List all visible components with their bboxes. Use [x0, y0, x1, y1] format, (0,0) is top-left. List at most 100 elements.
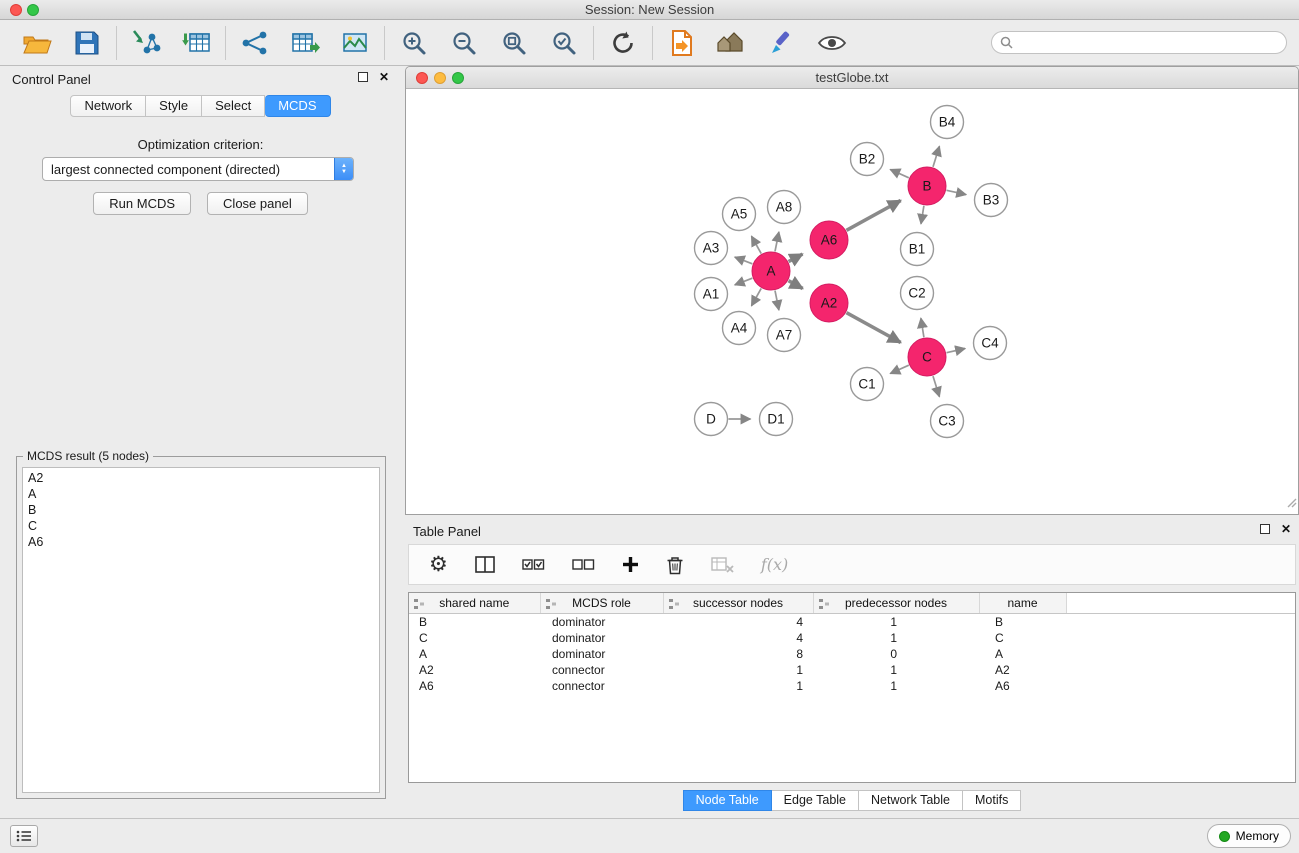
network-edge-B-B2[interactable]: [890, 170, 909, 178]
mcds-result-item[interactable]: C: [28, 518, 374, 534]
network-node-C1[interactable]: C1: [851, 368, 884, 401]
network-node-A1[interactable]: A1: [695, 278, 728, 311]
zoom-fit-button[interactable]: [497, 26, 531, 60]
zoom-network-window-button[interactable]: [452, 72, 464, 84]
show-graphics-details-button[interactable]: [815, 26, 849, 60]
network-edge-A6-B[interactable]: [847, 201, 901, 231]
tab-node-table[interactable]: Node Table: [683, 790, 772, 811]
tab-mcds[interactable]: MCDS: [265, 95, 330, 117]
network-edge-C-C2[interactable]: [921, 318, 924, 337]
column-header-name[interactable]: name: [979, 593, 1066, 613]
close-table-panel-icon[interactable]: ✕: [1281, 524, 1291, 534]
session-report-button[interactable]: [665, 26, 699, 60]
table-mode-button[interactable]: ⚙: [429, 555, 448, 575]
network-edge-B-B4[interactable]: [933, 146, 939, 167]
column-header-predecessor-nodes[interactable]: predecessor nodes: [813, 593, 979, 613]
tab-select[interactable]: Select: [202, 95, 265, 117]
network-node-A4[interactable]: A4: [723, 312, 756, 345]
open-session-button[interactable]: [20, 26, 54, 60]
network-node-C3[interactable]: C3: [931, 405, 964, 438]
network-edge-A-A5[interactable]: [752, 236, 762, 253]
network-node-A5[interactable]: A5: [723, 198, 756, 231]
memory-button[interactable]: Memory: [1207, 824, 1291, 848]
mcds-result-item[interactable]: A6: [28, 534, 374, 550]
select-all-button[interactable]: [522, 558, 545, 572]
zoom-selected-button[interactable]: [547, 26, 581, 60]
add-column-button[interactable]: [622, 556, 639, 573]
minimize-network-window-button[interactable]: [434, 72, 446, 84]
network-node-A7[interactable]: A7: [768, 319, 801, 352]
close-panel-icon[interactable]: ✕: [379, 72, 389, 82]
network-edge-A-A8[interactable]: [775, 232, 779, 251]
network-edge-A-A1[interactable]: [735, 278, 753, 285]
close-window-button[interactable]: [10, 4, 22, 16]
column-header-mcds-role[interactable]: MCDS role: [540, 593, 663, 613]
function-builder-button[interactable]: f(x): [761, 555, 788, 574]
tab-edge-table[interactable]: Edge Table: [772, 790, 859, 811]
import-table-button[interactable]: [179, 26, 213, 60]
table-row[interactable]: A6connector11A6: [409, 678, 1295, 694]
refresh-view-button[interactable]: [606, 26, 640, 60]
mcds-result-item[interactable]: A: [28, 486, 374, 502]
network-canvas[interactable]: B4 B2 B B3 A5 A8 A6 B1 A3 A C2 A1 A2 A4 A7 C4 C C1 C3 D D1: [406, 89, 1298, 514]
show-columns-button[interactable]: [475, 556, 495, 573]
network-node-A3[interactable]: A3: [695, 232, 728, 265]
network-edge-A-A3[interactable]: [735, 257, 753, 264]
network-node-C2[interactable]: C2: [901, 277, 934, 310]
network-node-C[interactable]: C: [908, 338, 946, 376]
network-edge-A-A7[interactable]: [775, 291, 779, 310]
network-node-B3[interactable]: B3: [975, 184, 1008, 217]
zoom-in-button[interactable]: [397, 26, 431, 60]
run-mcds-button[interactable]: Run MCDS: [93, 192, 191, 215]
mcds-result-item[interactable]: B: [28, 502, 374, 518]
tab-network-table[interactable]: Network Table: [859, 790, 963, 811]
network-node-B1[interactable]: B1: [901, 233, 934, 266]
close-panel-button[interactable]: Close panel: [207, 192, 308, 215]
mcds-result-list[interactable]: A2 A B C A6: [22, 467, 380, 793]
resize-grip-icon[interactable]: [1285, 495, 1297, 513]
network-node-B4[interactable]: B4: [931, 106, 964, 139]
network-node-A2[interactable]: A2: [810, 284, 848, 322]
network-edge-B-B1[interactable]: [921, 206, 924, 224]
export-table-button[interactable]: [288, 26, 322, 60]
network-node-B[interactable]: B: [908, 167, 946, 205]
network-overview-button[interactable]: [715, 26, 749, 60]
network-node-B2[interactable]: B2: [851, 143, 884, 176]
column-header-successor-nodes[interactable]: successor nodes: [663, 593, 813, 613]
mcds-result-item[interactable]: A2: [28, 470, 374, 486]
network-node-D1[interactable]: D1: [760, 403, 793, 436]
show-panels-menu-button[interactable]: [10, 825, 38, 847]
network-node-A[interactable]: A: [752, 252, 790, 290]
deselect-all-button[interactable]: [572, 558, 595, 572]
network-node-C4[interactable]: C4: [974, 327, 1007, 360]
network-node-D[interactable]: D: [695, 403, 728, 436]
network-edge-A2-C[interactable]: [847, 313, 901, 343]
zoom-window-button[interactable]: [27, 4, 39, 16]
table-row[interactable]: A2connector11A2: [409, 662, 1295, 678]
float-panel-icon[interactable]: [358, 72, 368, 82]
tab-network[interactable]: Network: [70, 95, 146, 117]
export-image-button[interactable]: [338, 26, 372, 60]
import-network-button[interactable]: [129, 26, 163, 60]
style-wizard-button[interactable]: [765, 26, 799, 60]
tab-style[interactable]: Style: [146, 95, 202, 117]
save-session-button[interactable]: [70, 26, 104, 60]
network-edge-C-C1[interactable]: [890, 365, 909, 373]
optimization-criterion-dropdown[interactable]: largest connected component (directed) ▲…: [42, 157, 354, 181]
export-network-button[interactable]: [238, 26, 272, 60]
search-input[interactable]: [1018, 36, 1278, 50]
network-edge-A-A4[interactable]: [752, 288, 762, 305]
zoom-out-button[interactable]: [447, 26, 481, 60]
table-row[interactable]: Bdominator41B: [409, 613, 1295, 630]
delete-table-button[interactable]: [711, 557, 734, 573]
network-edge-A-A2[interactable]: [789, 281, 803, 289]
network-node-A8[interactable]: A8: [768, 191, 801, 224]
network-edge-A-A6[interactable]: [789, 254, 803, 262]
float-table-panel-icon[interactable]: [1260, 524, 1270, 534]
table-row[interactable]: Adominator80A: [409, 646, 1295, 662]
network-node-A6[interactable]: A6: [810, 221, 848, 259]
network-edge-B-B3[interactable]: [947, 190, 967, 194]
tab-motifs[interactable]: Motifs: [963, 790, 1021, 811]
network-edge-C-C3[interactable]: [933, 376, 939, 397]
table-row[interactable]: Cdominator41C: [409, 630, 1295, 646]
